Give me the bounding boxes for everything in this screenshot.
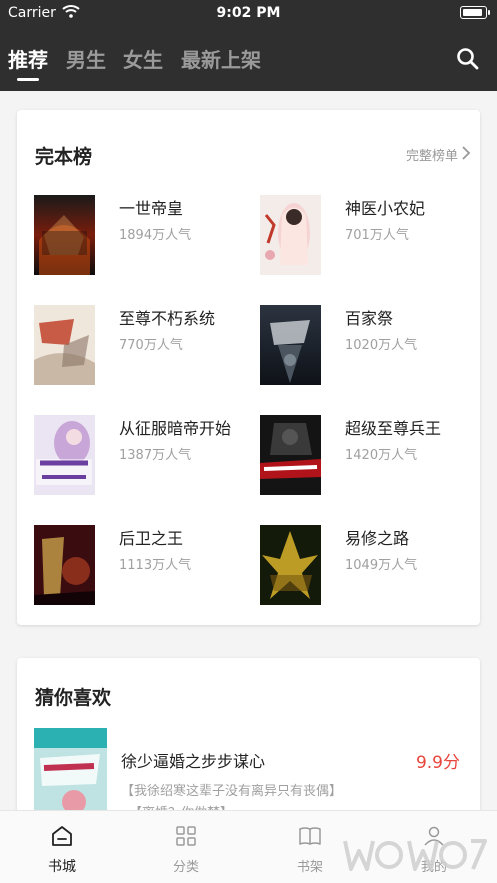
ranking-section: 完本榜 完整榜单 一世帝皇 1894万人气 神医小农妃 701万人气 至尊不朽系…	[17, 110, 480, 625]
top-nav: 推荐 男生 女生 最新上架	[0, 28, 497, 91]
book-popularity: 1113万人气	[119, 558, 192, 573]
tab-male[interactable]: 男生	[66, 44, 106, 73]
book-cover	[34, 195, 95, 275]
book-title: 从征服暗帝开始	[119, 419, 232, 438]
book-cover	[34, 415, 95, 495]
book-item[interactable]: 从征服暗帝开始 1387万人气	[34, 415, 234, 495]
tab-label: 分类	[172, 860, 199, 875]
book-item[interactable]: 神医小农妃 701万人气	[260, 195, 460, 275]
book-score: 9.9分	[415, 753, 460, 773]
tab-new-releases[interactable]: 最新上架	[181, 44, 261, 73]
watermark-logo	[343, 839, 487, 871]
book-popularity: 1894万人气	[119, 228, 192, 243]
book-popularity: 1420万人气	[345, 448, 418, 463]
book-popularity: 1387万人气	[119, 448, 192, 463]
tabbar-item-bookstore[interactable]: 书城	[0, 811, 124, 883]
battery-icon	[460, 6, 490, 19]
book-item[interactable]: 后卫之王 1113万人气	[34, 525, 234, 605]
search-icon[interactable]	[455, 46, 481, 72]
active-tab-indicator	[17, 78, 39, 81]
book-popularity: 1020万人气	[345, 338, 418, 353]
section-title: 猜你喜欢	[35, 687, 112, 709]
book-title: 神医小农妃	[345, 199, 426, 218]
book-popularity: 1049万人气	[345, 558, 418, 573]
book-item[interactable]: 至尊不朽系统 770万人气	[34, 305, 234, 385]
clock: 9:02 PM	[216, 5, 281, 21]
bookstore-icon	[52, 826, 72, 846]
book-item[interactable]: 一世帝皇 1894万人气	[34, 195, 234, 275]
chevron-right-icon[interactable]	[461, 146, 471, 160]
category-grid-icon	[176, 826, 196, 846]
book-cover	[34, 305, 95, 385]
book-cover	[34, 525, 95, 605]
bookshelf-icon	[299, 827, 321, 845]
section-title: 完本榜	[35, 146, 93, 168]
book-description: 【我徐绍寒这辈子没有离异只有丧偶】	[121, 784, 343, 799]
full-ranking-link[interactable]: 完整榜单	[406, 145, 458, 164]
book-cover	[260, 525, 321, 605]
book-title: 易修之路	[345, 529, 410, 548]
book-cover	[260, 415, 321, 495]
book-title: 百家祭	[345, 309, 394, 328]
tab-recommend[interactable]: 推荐	[8, 44, 48, 73]
book-cover	[260, 195, 321, 275]
book-item[interactable]: 超级至尊兵王 1420万人气	[260, 415, 460, 495]
tab-female[interactable]: 女生	[123, 44, 163, 73]
status-bar: Carrier 9:02 PM	[0, 0, 497, 28]
book-item[interactable]: 百家祭 1020万人气	[260, 305, 460, 385]
book-item[interactable]: 易修之路 1049万人气	[260, 525, 460, 605]
book-cover	[260, 305, 321, 385]
book-title: 后卫之王	[119, 529, 184, 548]
book-title: 一世帝皇	[119, 199, 184, 218]
book-title: 超级至尊兵王	[345, 419, 442, 438]
tab-label: 书城	[48, 859, 76, 875]
book-title: 至尊不朽系统	[119, 309, 216, 328]
book-popularity: 701万人气	[345, 228, 409, 243]
book-popularity: 770万人气	[119, 338, 183, 353]
book-title: 徐少逼婚之步步谋心	[121, 752, 266, 771]
tabbar-item-category[interactable]: 分类	[124, 811, 248, 883]
